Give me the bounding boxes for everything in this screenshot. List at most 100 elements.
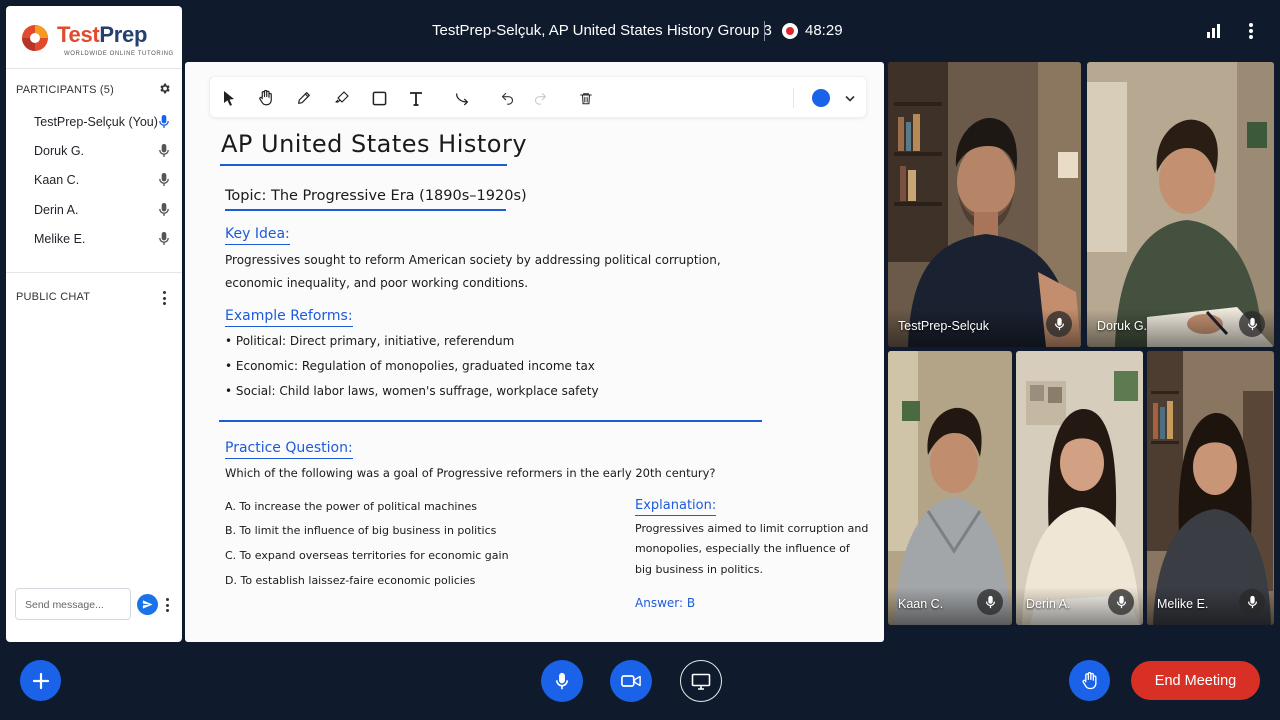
screen-share-icon [691, 673, 711, 690]
participant-name: Melike E. [34, 232, 86, 246]
answer-text: Answer: B [635, 596, 696, 610]
answer-option: D. To establish laissez-faire economic p… [225, 574, 476, 587]
answer-option: B. To limit the influence of big busines… [225, 524, 497, 537]
plus-icon [32, 672, 49, 689]
mic-icon[interactable] [1046, 311, 1072, 337]
toolbar-divider [793, 88, 794, 108]
undo-icon[interactable] [496, 87, 518, 109]
video-tile[interactable]: Derin A. [1016, 351, 1143, 625]
practice-heading: Practice Question: [225, 440, 353, 459]
raise-hand-icon [1081, 671, 1096, 689]
mic-icon[interactable] [1239, 311, 1265, 337]
participant-name: Doruk G. [34, 144, 85, 158]
send-icon [142, 600, 153, 609]
participant-item[interactable]: Derin A. [6, 196, 182, 224]
video-participant-name: TestPrep-Selçuk [898, 319, 990, 333]
video-feed-image [888, 351, 1012, 625]
mic-icon [158, 202, 170, 222]
answer-option: A. To increase the power of political ma… [225, 500, 477, 513]
video-participant-name: Doruk G. [1097, 319, 1148, 333]
pen-tool-icon[interactable] [293, 87, 315, 109]
topic-text: Topic: The Progressive Era (1890s–1920s) [225, 188, 527, 204]
delete-icon[interactable] [575, 87, 597, 109]
explanation-line: big business in politics. [635, 563, 763, 576]
video-participant-name: Kaan C. [898, 597, 944, 611]
shape-tool-icon[interactable] [368, 87, 390, 109]
whiteboard-toolbar [209, 76, 867, 118]
color-picker-swatch[interactable] [812, 89, 830, 107]
testprep-logo: TestPrep WORLDWIDE ONLINE TUTORING [20, 20, 173, 64]
microphone-icon [555, 672, 569, 690]
participant-item[interactable]: Melike E. [6, 225, 182, 253]
recording-icon [782, 23, 798, 39]
divider [6, 272, 182, 273]
practice-question: Which of the following was a goal of Pro… [225, 466, 716, 480]
sidebar: TestPrep WORLDWIDE ONLINE TUTORING PARTI… [6, 6, 182, 642]
send-message-button[interactable] [137, 594, 158, 615]
participant-item[interactable]: TestPrep-Selçuk (You) [6, 108, 182, 136]
participants-title: PARTICIPANTS (5) [16, 84, 114, 96]
section-divider [219, 420, 762, 422]
end-meeting-button[interactable]: End Meeting [1131, 661, 1260, 700]
participant-item[interactable]: Kaan C. [6, 166, 182, 194]
chat-options-icon[interactable] [163, 291, 166, 305]
mic-icon [158, 143, 170, 163]
video-feed-image [1087, 62, 1274, 347]
video-tile[interactable]: Melike E. [1147, 351, 1274, 625]
chevron-down-icon[interactable] [839, 87, 861, 109]
reform-item: • Political: Direct primary, initiative,… [225, 334, 515, 348]
microphone-button[interactable] [541, 660, 583, 702]
reforms-heading: Example Reforms: [225, 308, 353, 327]
video-feed-image [888, 62, 1081, 347]
video-tile[interactable]: Kaan C. [888, 351, 1012, 625]
participant-name: Derin A. [34, 203, 79, 217]
more-options-icon[interactable] [1240, 20, 1262, 42]
title-underline [220, 164, 507, 166]
video-tile[interactable]: TestPrep-Selçuk [888, 62, 1081, 347]
camera-button[interactable] [610, 660, 652, 702]
logo-tagline: WORLDWIDE ONLINE TUTORING [64, 51, 174, 57]
mic-active-icon [158, 114, 170, 134]
chat-message-input[interactable]: Send message... [15, 588, 131, 620]
mic-icon [158, 231, 170, 251]
header-divider [764, 21, 765, 41]
connector-tool-icon[interactable] [451, 87, 473, 109]
key-idea-heading: Key Idea: [225, 226, 290, 245]
mic-icon [158, 172, 170, 192]
reform-item: • Social: Child labor laws, women's suff… [225, 384, 599, 398]
mic-icon[interactable] [1108, 589, 1134, 615]
select-tool-icon[interactable] [218, 87, 240, 109]
video-camera-icon [621, 675, 641, 687]
mic-icon[interactable] [977, 589, 1003, 615]
participant-name: Kaan C. [34, 173, 80, 187]
text-tool-icon[interactable] [405, 87, 427, 109]
video-participant-name: Derin A. [1026, 597, 1071, 611]
logo-wordmark: TestPrep [57, 22, 148, 47]
video-feed-image [1147, 351, 1274, 625]
explanation-line: Progressives aimed to limit corruption a… [635, 522, 869, 535]
participants-settings-icon[interactable] [158, 82, 171, 100]
public-chat-title: PUBLIC CHAT [16, 291, 91, 303]
answer-option: C. To expand overseas territories for ec… [225, 549, 509, 562]
participant-item[interactable]: Doruk G. [6, 137, 182, 165]
highlighter-tool-icon[interactable] [331, 87, 353, 109]
participant-name: TestPrep-Selçuk (You) [34, 115, 158, 129]
redo-icon[interactable] [529, 87, 551, 109]
video-tile[interactable]: Doruk G. [1087, 62, 1274, 347]
key-idea-line: Progressives sought to reform American s… [225, 253, 721, 267]
video-feed-image [1016, 351, 1143, 625]
connection-stats-icon[interactable] [1202, 20, 1224, 42]
top-bar: TestPrep-Selçuk, AP United States Histor… [186, 0, 1280, 62]
reform-item: • Economic: Regulation of monopolies, gr… [225, 359, 595, 373]
raise-hand-button[interactable] [1069, 660, 1110, 701]
meeting-title: TestPrep-Selçuk, AP United States Histor… [432, 22, 772, 39]
whiteboard[interactable]: AP United States History Topic: The Prog… [185, 62, 884, 642]
explanation-line: monopolies, especially the influence of [635, 542, 850, 555]
add-button[interactable] [20, 660, 61, 701]
divider [6, 68, 182, 69]
chat-more-icon[interactable] [166, 598, 169, 612]
screen-share-button[interactable] [680, 660, 722, 702]
mic-icon[interactable] [1239, 589, 1265, 615]
pan-tool-icon[interactable] [255, 87, 277, 109]
topic-underline [225, 209, 506, 211]
